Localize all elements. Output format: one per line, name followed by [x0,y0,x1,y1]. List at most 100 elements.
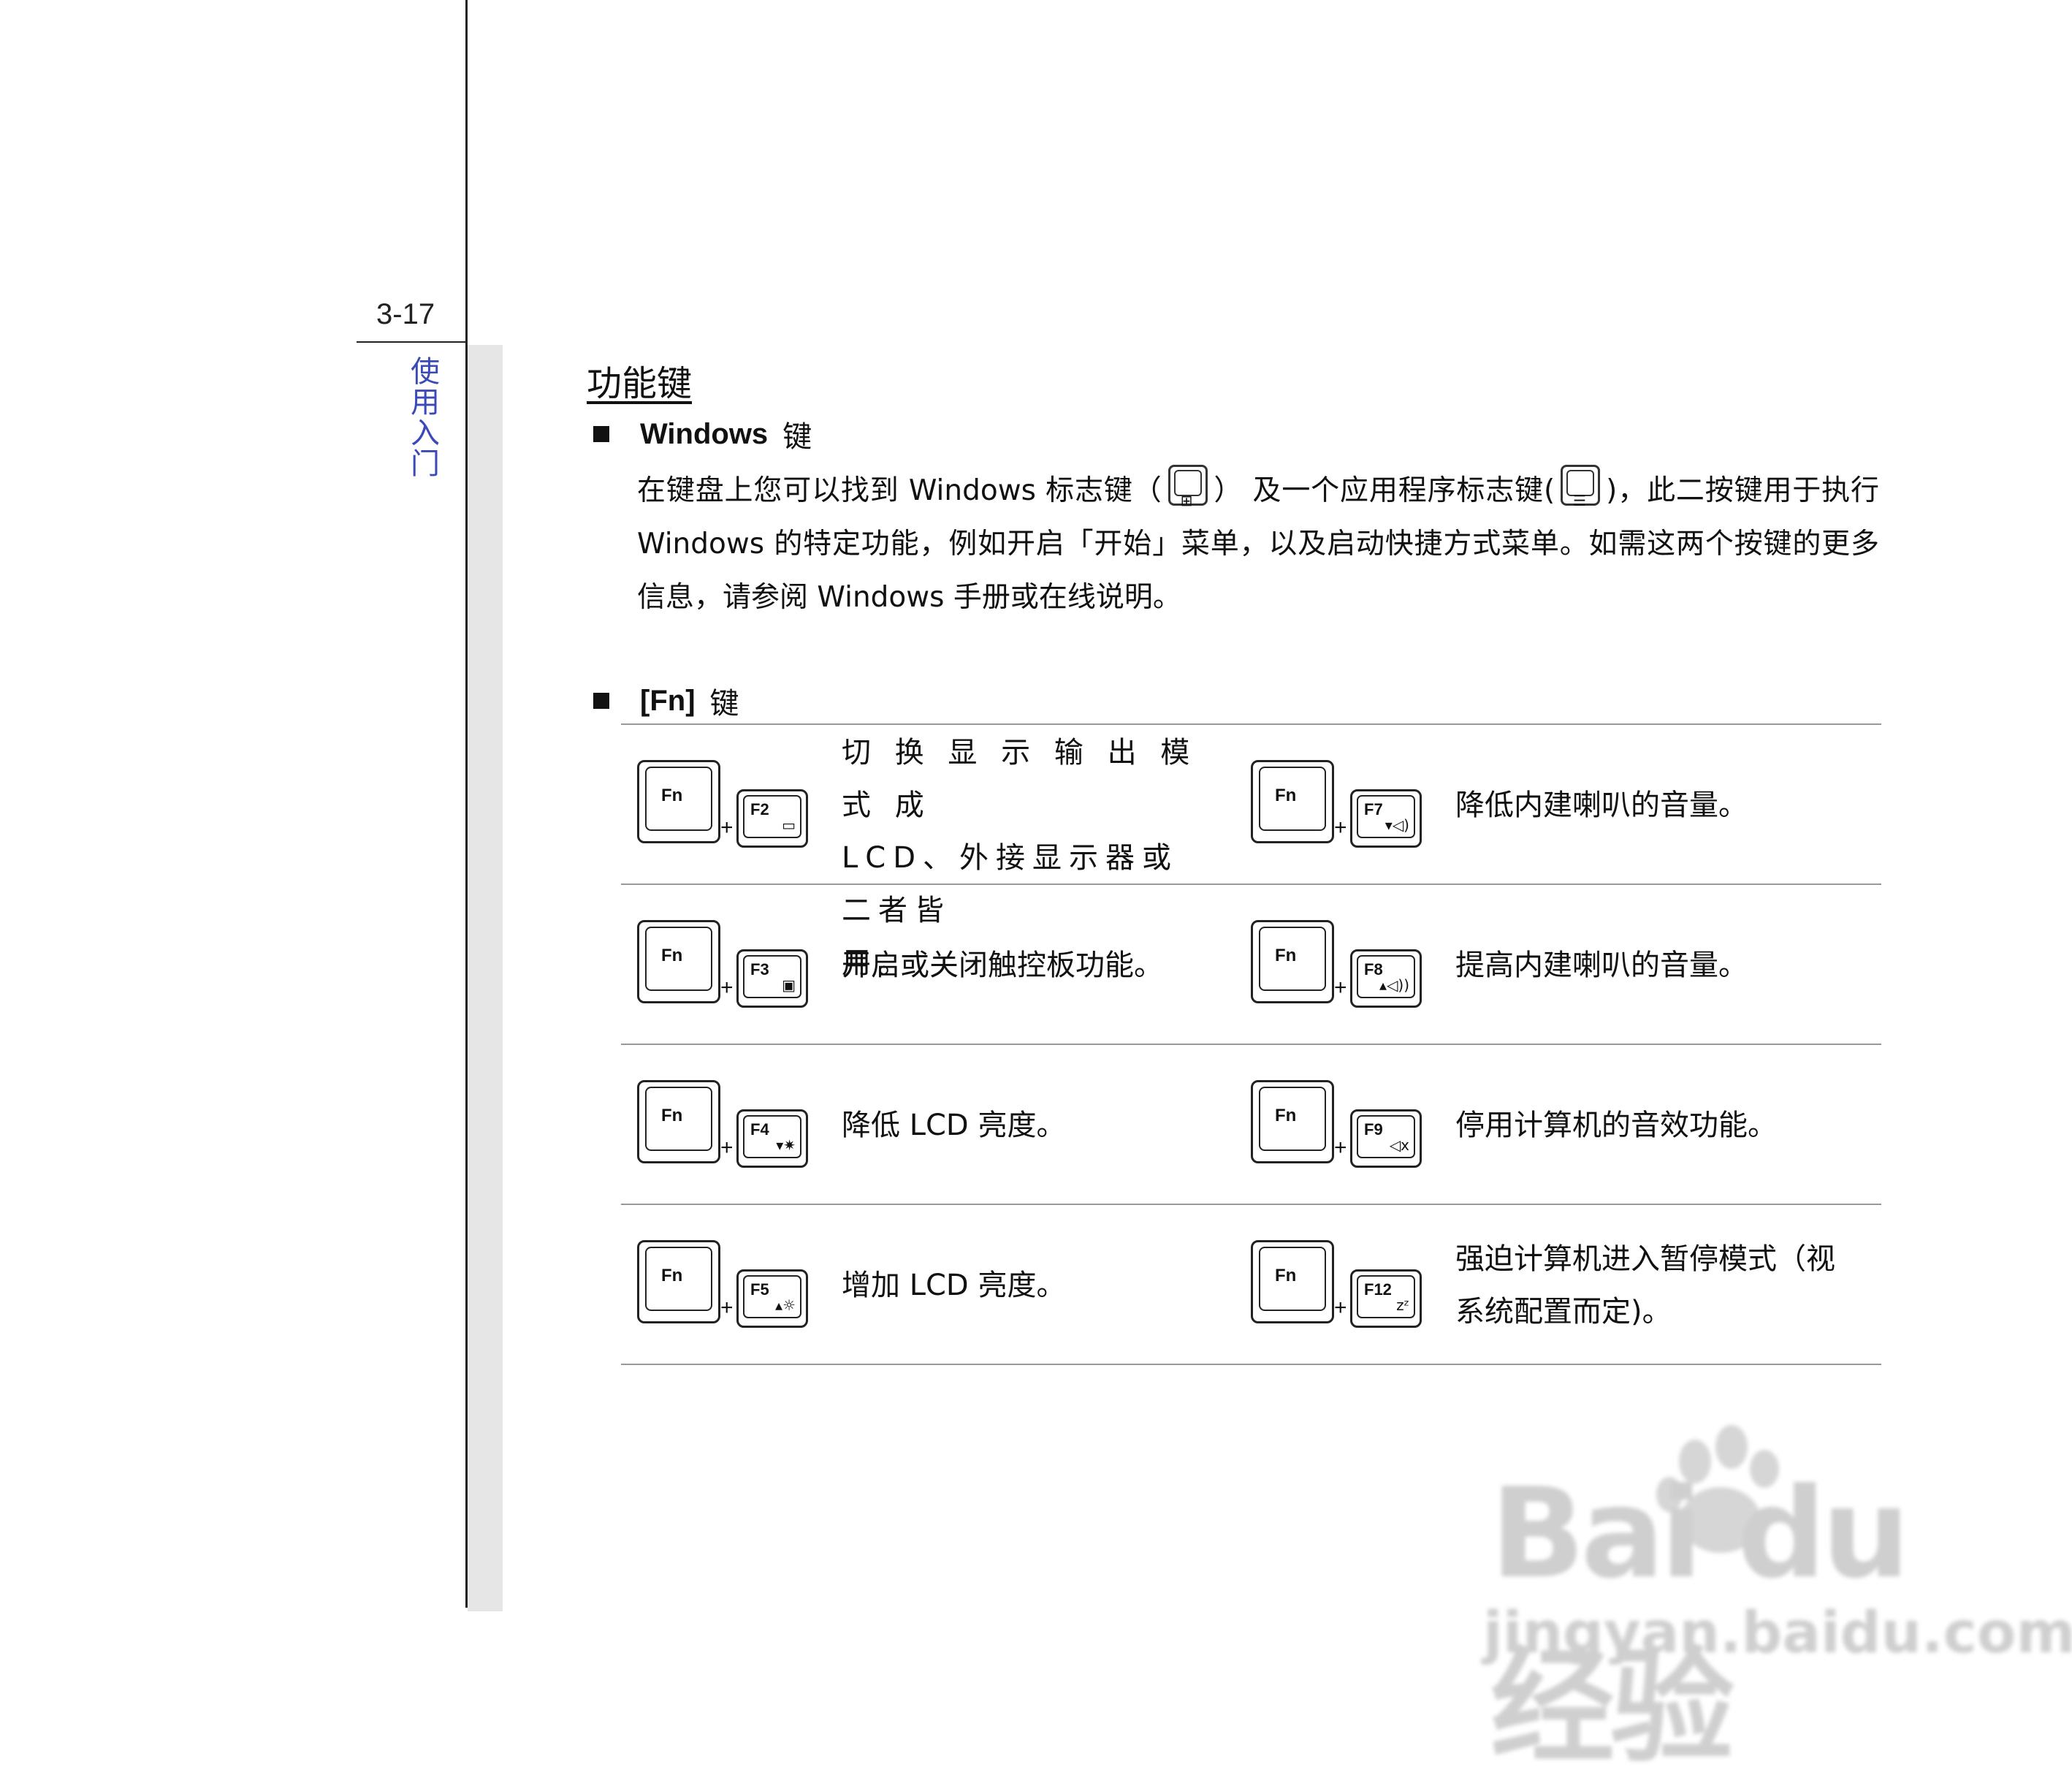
function-key-label: F7 [1364,800,1383,818]
plus-sign: + [1334,1136,1347,1160]
fn-key-icon: Fn [1251,1240,1334,1323]
fn-key-label: Fn [1275,1266,1297,1285]
fn-combo-left: Fn + F4 ▾✷ 降低 LCD 亮度。 [621,1045,1249,1205]
application-key-icon: ☰ [1561,465,1601,509]
paw-logo-icon [1656,1425,1779,1553]
fn-table-row: Fn + F5 ▴☼ 增加 LCD 亮度。 Fn + F12 zᶻ 强迫计算机进入暂停模式（视 系统… [621,1204,1881,1365]
key-combo-icon: Fn + F4 ▾✷ [637,1080,812,1168]
windows-key-paragraph: 在键盘上您可以找到 Windows 标志键（ ⊞） 及一个应用程序标志键(☰)，此… [637,464,1879,624]
key-description: 提高内建喇叭的音量。 [1455,939,1865,992]
key-combo-icon: Fn + F7 ▾◁) [1251,760,1426,848]
bullet-square-icon [593,693,609,709]
key-description: 增加 LCD 亮度。 [842,1259,1207,1312]
description-line: 系统配置而定)。 [1455,1295,1672,1329]
key-combo-icon: Fn + F12 zᶻ [1251,1240,1426,1328]
plus-sign: + [1334,816,1347,840]
fn-heading-text: [Fn] [640,684,696,717]
function-key-symbol-icon: ▴☼ [775,1296,796,1314]
function-key-symbol-icon: ▭ [782,816,796,834]
windows-key-heading: Windows 键 [593,413,812,455]
fn-key-heading: [Fn] 键 [593,680,739,722]
function-key-icon: F3 ▣ [736,949,808,1008]
function-key-symbol-icon: ▾✷ [776,1136,796,1154]
plus-sign: + [720,816,734,840]
function-key-label: F4 [750,1120,769,1139]
function-key-symbol-icon: ▣ [782,976,796,994]
fn-table-bottom-rule [621,1364,1881,1365]
function-key-symbol-icon: ▴◁)) [1379,976,1409,994]
plus-sign: + [720,976,734,1000]
fn-combo-right: Fn + F8 ▴◁)) 提高内建喇叭的音量。 [1235,885,1863,1045]
fn-table-row: Fn + F4 ▾✷ 降低 LCD 亮度。 Fn + F9 ◁x 停用计算机的音效功能。 [621,1044,1881,1205]
fn-key-icon: Fn [637,1240,720,1323]
windows-logo-key-icon: ⊞ [1168,465,1208,509]
key-combo-icon: Fn + F2 ▭ [637,760,812,848]
function-key-label: F9 [1364,1120,1383,1139]
plus-sign: + [1334,976,1347,1000]
baidu-watermark: Bai du 经验 jingyan.baidu.com [1476,1425,2072,1780]
fn-key-label: Fn [661,1266,683,1285]
fn-combo-left: Fn + F2 ▭ 切 换 显 示 输 出 模 式 成 LCD、外接显示器或二者皆 用。 [621,725,1249,980]
description-line: 增加 LCD 亮度。 [842,1269,1066,1302]
fn-combo-left: Fn + F3 ▣ 开启或关闭触控板功能。 [621,885,1249,1045]
fn-key-icon: Fn [1251,920,1334,1003]
fn-key-icon: Fn [637,920,720,1003]
key-combo-icon: Fn + F3 ▣ [637,920,812,1008]
windows-heading-suffix: 键 [782,420,812,454]
fn-key-icon: Fn [637,1080,720,1163]
function-key-icon: F4 ▾✷ [736,1109,808,1168]
function-key-label: F5 [750,1280,769,1299]
key-combo-icon: Fn + F8 ▴◁)) [1251,920,1426,1008]
function-key-symbol-icon: ▾◁) [1384,816,1409,834]
function-key-symbol-icon: zᶻ [1396,1296,1409,1314]
fn-combo-left: Fn + F5 ▴☼ 增加 LCD 亮度。 [621,1205,1249,1365]
key-description: 开启或关闭触控板功能。 [842,939,1207,992]
function-key-icon: F5 ▴☼ [736,1269,808,1328]
key-description: 降低 LCD 亮度。 [842,1099,1207,1152]
fn-table-row: Fn + F3 ▣ 开启或关闭触控板功能。 Fn + F8 ▴◁)) 提高内建喇叭的音量。 [621,884,1881,1045]
fn-key-label: Fn [661,946,683,965]
function-key-label: F2 [750,800,769,818]
fn-combo-right: Fn + F7 ▾◁) 降低内建喇叭的音量。 [1235,725,1863,885]
description-line: 开启或关闭触控板功能。 [842,949,1163,982]
watermark-url: jingyan.baidu.com [1483,1600,2072,1666]
fn-key-icon: Fn [1251,760,1334,843]
description-line: 停用计算机的音效功能。 [1455,1109,1777,1142]
chapter-label: 使用入门 [411,355,440,481]
margin-gray-band [468,345,503,1611]
key-combo-icon: Fn + F9 ◁x [1251,1080,1426,1168]
function-key-label: F3 [750,960,769,978]
watermark-brand: Bai du 经验 [1490,1462,1910,1780]
windows-heading-text: Windows [640,417,769,450]
fn-combo-right: Fn + F9 ◁x 停用计算机的音效功能。 [1235,1045,1863,1205]
para-part-2: ） 及一个应用程序标志键( [1213,474,1555,507]
page-number-rule [357,341,468,343]
para-part-1: 在键盘上您可以找到 Windows 标志键（ [637,474,1162,507]
key-description: 降低内建喇叭的音量。 [1455,779,1865,832]
description-line: 强迫计算机进入暂停模式（视 [1455,1242,1835,1276]
description-line: 提高内建喇叭的音量。 [1455,949,1748,982]
function-key-symbol-icon: ◁x [1389,1136,1409,1154]
fn-key-icon: Fn [1251,1080,1334,1163]
description-line: 降低内建喇叭的音量。 [1455,788,1748,822]
function-key-label: F12 [1364,1280,1392,1299]
bullet-square-icon [593,426,609,442]
fn-table-row: Fn + F2 ▭ 切 换 显 示 输 出 模 式 成 LCD、外接显示器或二者皆 用。 Fn… [621,723,1881,980]
plus-sign: + [720,1136,734,1160]
fn-key-label: Fn [1275,786,1297,805]
key-combo-icon: Fn + F5 ▴☼ [637,1240,812,1328]
fn-key-icon: Fn [637,760,720,843]
function-key-icon: F2 ▭ [736,789,808,848]
description-line: 切 换 显 示 输 出 模 式 成 [842,736,1197,822]
function-key-icon: F12 zᶻ [1350,1269,1422,1328]
plus-sign: + [1334,1296,1347,1320]
fn-heading-suffix: 键 [709,687,739,721]
section-title: 功能键 [587,363,693,404]
fn-key-label: Fn [1275,1106,1297,1125]
description-line: 降低 LCD 亮度。 [842,1109,1066,1142]
fn-key-label: Fn [661,786,683,805]
key-description: 强迫计算机进入暂停模式（视 系统配置而定)。 [1455,1233,1865,1338]
plus-sign: + [720,1296,734,1320]
page-number: 3-17 [376,298,435,330]
fn-key-label: Fn [1275,946,1297,965]
